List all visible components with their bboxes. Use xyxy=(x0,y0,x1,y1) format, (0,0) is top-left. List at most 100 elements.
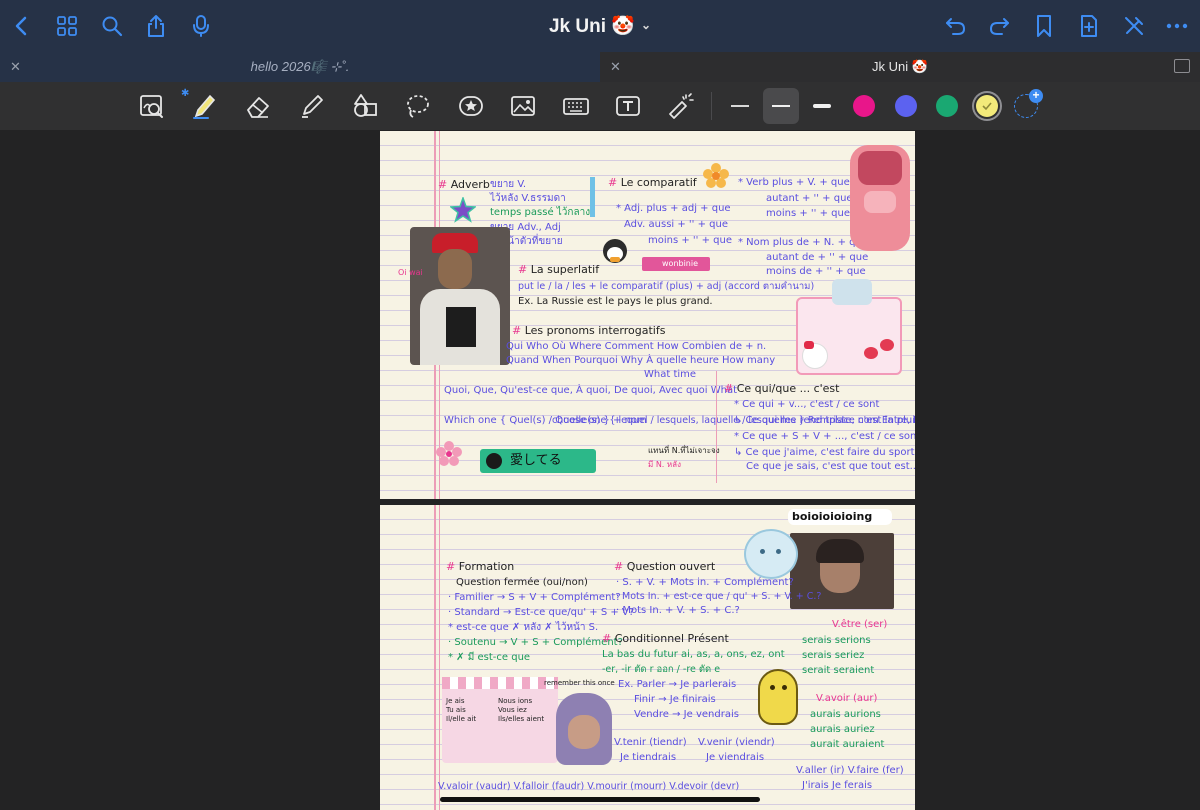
thai-note: แทนที่ N.ที่ไม่เจาะจง xyxy=(648,446,720,455)
formation-line: * est-ce que ✗ หลัง ✗ ไว้หน้า S. xyxy=(448,622,599,633)
shapes-tool-icon[interactable] xyxy=(349,90,381,122)
adverb-line: temps passé ไว้กลาง xyxy=(490,207,591,218)
superlatif-rule: put le / la / les + le comparatif (plus)… xyxy=(518,281,815,292)
laser-pointer-tool-icon[interactable] xyxy=(664,90,696,122)
redo-icon[interactable] xyxy=(985,12,1013,40)
image-tool-icon[interactable] xyxy=(507,90,539,122)
comparatif-heading: # Le comparatif xyxy=(608,176,697,189)
etre-line: serais seriez xyxy=(802,650,865,661)
tab-hello-2026[interactable]: ✕ hello 2026🎼 ⊹˚. xyxy=(0,52,600,82)
venir-line: Je viendrais xyxy=(706,752,765,763)
penguin-sticker[interactable] xyxy=(600,239,630,271)
close-icon[interactable]: ✕ xyxy=(610,59,621,75)
cond-line: La bas du futur ai, as, a, ons, ez, ont xyxy=(602,649,785,660)
keyboard-tool-icon[interactable] xyxy=(560,90,592,122)
cond-heading: # Conditionnel Présent xyxy=(602,632,729,645)
color-blue-swatch[interactable] xyxy=(895,95,917,117)
add-page-icon[interactable] xyxy=(1075,12,1103,40)
pronoun-entry: Il/elle ait xyxy=(446,715,477,723)
highlighter-tool-icon[interactable] xyxy=(296,90,328,122)
stroke-thick-button[interactable] xyxy=(804,88,840,124)
notebook-page-1[interactable]: # Adverb ขยาย V. ไว้หลัง V.ธรรมดา temps … xyxy=(380,131,915,499)
aller-faire-line: J'irais Je ferais xyxy=(802,780,873,791)
adj-line: Adv. aussi + '' + que xyxy=(624,219,728,230)
sticker-tool-icon[interactable] xyxy=(455,90,487,122)
search-icon[interactable] xyxy=(98,12,126,40)
adverb-heading: # Adverb xyxy=(438,178,490,191)
notebook-page-2[interactable]: boioioioioing # Formation Question fermé… xyxy=(380,505,915,810)
color-pink-swatch[interactable] xyxy=(853,95,875,117)
text-box-tool-icon[interactable] xyxy=(612,90,644,122)
share-icon[interactable] xyxy=(142,12,170,40)
tenir-line: Je tiendrais xyxy=(620,752,677,763)
pen-tool-icon[interactable] xyxy=(188,90,220,122)
avoir-line: aurais auriez xyxy=(810,724,875,735)
cequi-heading: # Ce qui/que ... c'est xyxy=(724,382,840,395)
purple-costume-sticker[interactable] xyxy=(556,693,612,765)
formation-line: * ✗ มี est-ce que xyxy=(448,652,531,663)
adj-line: * Adj. plus + adj + que xyxy=(616,203,731,214)
bookmark-icon[interactable] xyxy=(1030,12,1058,40)
formation-line: · Soutenu → V + S + Complément? xyxy=(448,637,623,648)
color-yellow-swatch-selected[interactable] xyxy=(976,95,998,117)
cherry-blossom-sticker[interactable] xyxy=(436,441,462,467)
pink-character-sticker[interactable] xyxy=(850,145,910,251)
tab-jk-uni[interactable]: ✕ Jk Uni 🤡 xyxy=(600,52,1200,82)
zoom-window-icon[interactable] xyxy=(136,90,168,122)
aller-faire-line: V.aller (ir) V.faire (fer) xyxy=(796,765,904,776)
wonbinie-sticker[interactable]: wonbinie xyxy=(642,257,710,271)
add-color-icon[interactable]: + xyxy=(1014,89,1043,118)
microphone-icon[interactable] xyxy=(187,12,215,40)
document-title-text[interactable]: Jk Uni 🤡 xyxy=(549,16,635,37)
wonbinie-label: wonbinie xyxy=(662,259,699,268)
ouvert-line: · S. + V. + Mots in. + Complément? xyxy=(616,577,794,588)
cond-line: Vendre → Je vendrais xyxy=(634,709,739,720)
nom-line: autant de + '' + que xyxy=(766,252,869,263)
split-view-icon[interactable] xyxy=(1174,59,1190,73)
hello-kitty-sticker[interactable] xyxy=(796,297,902,375)
stroke-medium-button[interactable] xyxy=(763,88,799,124)
tab-label: hello 2026🎼 ⊹˚. xyxy=(250,59,350,74)
superlatif-example: Ex. La Russie est le pays le plus grand. xyxy=(518,296,713,307)
tab-bar: ✕ hello 2026🎼 ⊹˚. ✕ Jk Uni 🤡 xyxy=(0,52,1200,82)
yellow-blob-sticker[interactable] xyxy=(758,669,798,725)
stroke-thin-button[interactable] xyxy=(722,88,758,124)
nom-line: * Nom plus de + N. + que xyxy=(738,237,869,248)
eraser-tool-icon[interactable] xyxy=(242,90,274,122)
more-options-icon[interactable] xyxy=(1163,12,1191,40)
lasso-tool-icon[interactable] xyxy=(401,90,433,122)
home-indicator[interactable] xyxy=(440,797,760,802)
person-photo-sticker[interactable] xyxy=(410,227,510,365)
remember-note: remember this once xyxy=(544,679,615,687)
quoi-line: Quoi, Que, Qu'est-ce que, À quoi, De quo… xyxy=(444,385,738,396)
pronoms-row: What time xyxy=(644,369,697,380)
color-green-swatch[interactable] xyxy=(936,95,958,117)
nom-line: moins de + '' + que xyxy=(766,266,866,277)
ouvert-line: · Mots In. + est-ce que / qu' + S. + V. … xyxy=(616,591,822,602)
pronoun-table-sticker[interactable]: Je ais Tu ais Il/elle ait Nous ions Vous… xyxy=(442,677,558,763)
chevron-down-icon[interactable]: ⌄ xyxy=(641,18,651,32)
flower-sticker[interactable] xyxy=(703,163,729,189)
grid-view-icon[interactable] xyxy=(53,12,81,40)
undo-icon[interactable] xyxy=(942,12,970,40)
star-sticker[interactable] xyxy=(448,195,478,223)
divider-line xyxy=(716,371,717,483)
pronoms-row: Qui Who Où Where Comment How Combien de … xyxy=(506,341,767,352)
thai-note: มี N. หลัง xyxy=(648,460,681,469)
pencil-off-icon[interactable] xyxy=(1120,12,1148,40)
adj-line: moins + '' + que xyxy=(648,235,732,246)
etre-line: V.être (ser) xyxy=(832,619,888,630)
cequi-line: * Ce que + S + V + ..., c'est / ce sont xyxy=(734,431,915,442)
blue-sparkle-sticker[interactable] xyxy=(832,279,872,305)
pronoun-entry: Nous ions xyxy=(498,697,533,705)
etre-line: serais serions xyxy=(802,635,871,646)
venir-line: V.venir (viendr) xyxy=(698,737,775,748)
pronoun-entry: Ils/elles aient xyxy=(498,715,545,723)
blob-face-sticker[interactable] xyxy=(744,529,798,579)
aishiteru-sticker[interactable]: 愛してる xyxy=(480,449,596,473)
cequi-line: ↳ Ce que j'aime, c'est faire du sport. xyxy=(734,447,915,458)
avoir-line: aurais aurions xyxy=(810,709,881,720)
back-chevron-icon[interactable] xyxy=(8,12,36,40)
close-icon[interactable]: ✕ xyxy=(10,59,21,75)
cond-line: Finir → Je finirais xyxy=(634,694,716,705)
